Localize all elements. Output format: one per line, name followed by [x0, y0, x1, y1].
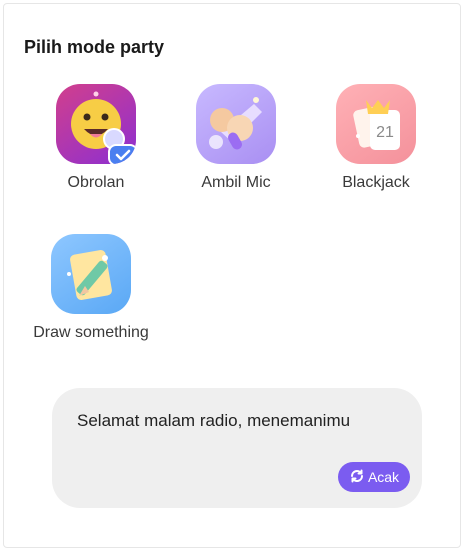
mode-label: Ambil Mic [201, 174, 271, 191]
message-text[interactable]: Selamat malam radio, menemanimu [77, 409, 367, 432]
selected-check-icon [108, 144, 136, 164]
party-mode-panel: Pilih mode party Obrolan Ambil Mic 21 Bl… [3, 3, 461, 548]
random-button[interactable]: Acak [338, 462, 410, 492]
mode-label: Obrolan [67, 174, 125, 191]
playing-cards-icon: 21 [336, 84, 416, 164]
pencil-drawing-icon [51, 234, 131, 314]
mode-label: Draw something [33, 324, 149, 341]
panel-title: Pilih mode party [24, 37, 165, 57]
random-button-label: Acak [367, 469, 400, 485]
smiling-face-microphone-icon [56, 84, 136, 164]
hand-grabbing-microphone-icon [196, 84, 276, 164]
refresh-icon [349, 468, 365, 487]
mode-blackjack[interactable]: 21 Blackjack [306, 84, 446, 192]
message-card[interactable]: Selamat malam radio, menemanimu Acak [52, 388, 422, 508]
mode-ambil-mic[interactable]: Ambil Mic [166, 84, 306, 192]
mode-draw-something[interactable]: Draw something [21, 234, 161, 342]
mode-obrolan[interactable]: Obrolan [26, 84, 166, 192]
svg-text:21: 21 [376, 124, 394, 141]
mode-label: Blackjack [342, 174, 410, 191]
